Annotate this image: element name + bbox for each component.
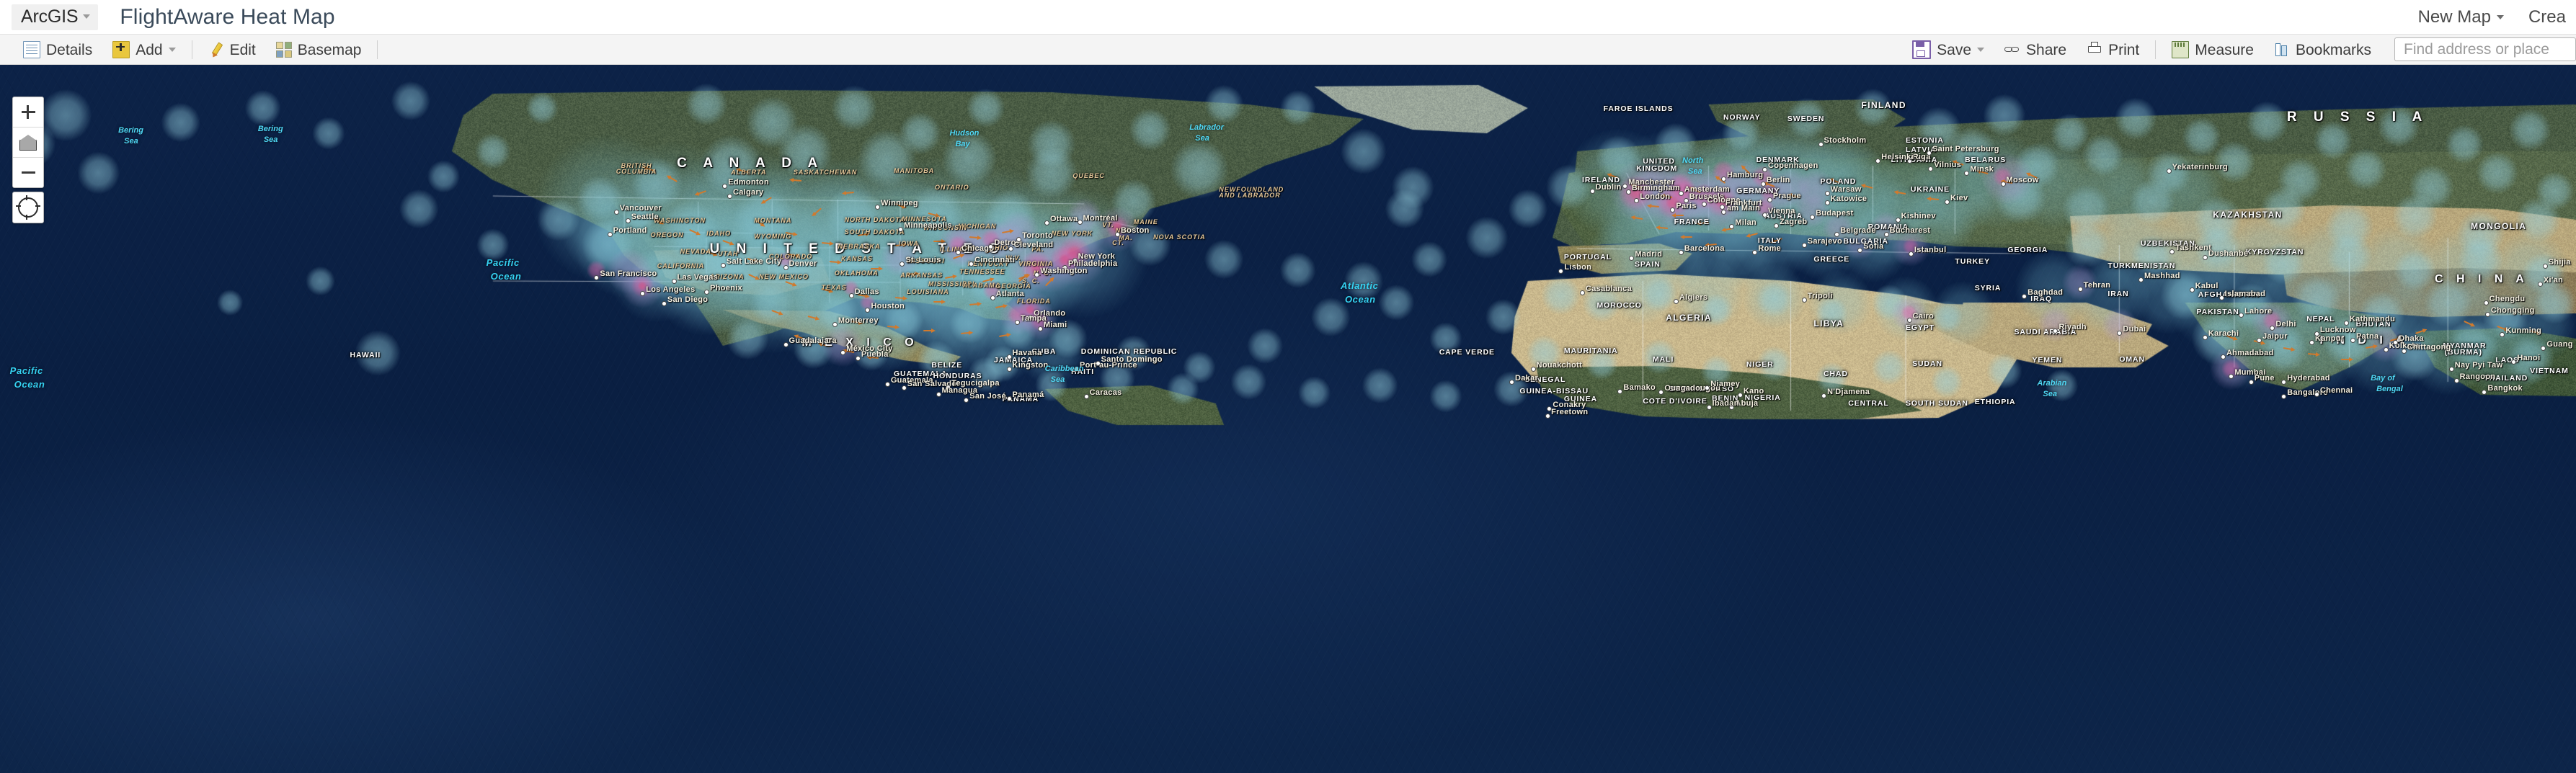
home-icon — [19, 135, 37, 151]
share-link-icon — [2004, 42, 2020, 58]
details-icon — [23, 41, 40, 58]
add-label: Add — [136, 43, 162, 58]
chevron-down-icon — [169, 48, 176, 52]
search-input[interactable] — [2402, 40, 2568, 59]
chevron-down-icon — [2497, 15, 2504, 19]
save-disk-icon — [1912, 40, 1931, 59]
search-box[interactable] — [2394, 37, 2576, 61]
edit-label: Edit — [230, 43, 256, 58]
printer-icon — [2087, 42, 2102, 58]
arcgis-brand-label: ArcGIS — [21, 8, 78, 26]
flightaware-heatmap-layer — [0, 65, 2576, 773]
locate-button[interactable] — [12, 192, 44, 223]
measure-label: Measure — [2195, 43, 2254, 58]
print-button[interactable]: Print — [2077, 39, 2149, 61]
details-label: Details — [46, 43, 92, 58]
create-presentation-button[interactable]: Crea — [2528, 7, 2566, 27]
details-button[interactable]: Details — [13, 38, 102, 61]
print-label: Print — [2108, 43, 2139, 58]
map-toolbar: Details Add Edit Basemap Save Share Prin… — [0, 34, 2576, 65]
basemap-grid-icon — [276, 42, 292, 58]
locate-icon — [18, 197, 38, 218]
arcgis-brand-menu[interactable]: ArcGIS — [12, 4, 98, 30]
new-map-label: New Map — [2418, 7, 2491, 27]
zoom-out-button[interactable] — [13, 158, 43, 187]
map-layers: C A N A D AU N I T E D S T A T E SM E X … — [0, 65, 2576, 773]
home-button[interactable] — [13, 128, 43, 158]
bookmarks-label: Bookmarks — [2296, 43, 2371, 58]
zoom-controls — [12, 97, 44, 188]
zoom-in-button[interactable] — [13, 97, 43, 128]
share-label: Share — [2026, 43, 2066, 58]
add-button[interactable]: Add — [102, 38, 185, 61]
add-plus-icon — [112, 41, 130, 58]
header-actions: New Map Crea — [2418, 7, 2569, 27]
toolbar-left-group: Details Add Edit Basemap — [0, 38, 383, 61]
measure-button[interactable]: Measure — [2162, 38, 2264, 61]
new-map-button[interactable]: New Map — [2418, 7, 2504, 27]
toolbar-divider — [377, 40, 378, 59]
bookmarks-icon — [2274, 42, 2290, 58]
save-button[interactable]: Save — [1902, 37, 1994, 62]
ruler-icon — [2172, 41, 2189, 58]
chevron-down-icon — [1977, 48, 1984, 52]
basemap-button[interactable]: Basemap — [266, 39, 372, 61]
create-presentation-label: Crea — [2528, 7, 2566, 27]
bookmarks-button[interactable]: Bookmarks — [2264, 39, 2381, 61]
app-header: ArcGIS FlightAware Heat Map New Map Crea — [0, 0, 2576, 34]
arcgis-map-viewer: ArcGIS FlightAware Heat Map New Map Crea… — [0, 0, 2576, 773]
basemap-label: Basemap — [298, 43, 362, 58]
toolbar-divider — [2155, 40, 2156, 59]
share-button[interactable]: Share — [1994, 39, 2077, 61]
chevron-down-icon — [83, 14, 90, 19]
edit-button[interactable]: Edit — [198, 39, 266, 61]
save-label: Save — [1937, 43, 1971, 58]
toolbar-right-group: Save Share Print Measure Bookmarks — [1902, 37, 2576, 62]
pencil-icon — [208, 42, 224, 58]
map-canvas[interactable]: C A N A D AU N I T E D S T A T E SM E X … — [0, 65, 2576, 773]
page-title: FlightAware Heat Map — [120, 6, 334, 28]
